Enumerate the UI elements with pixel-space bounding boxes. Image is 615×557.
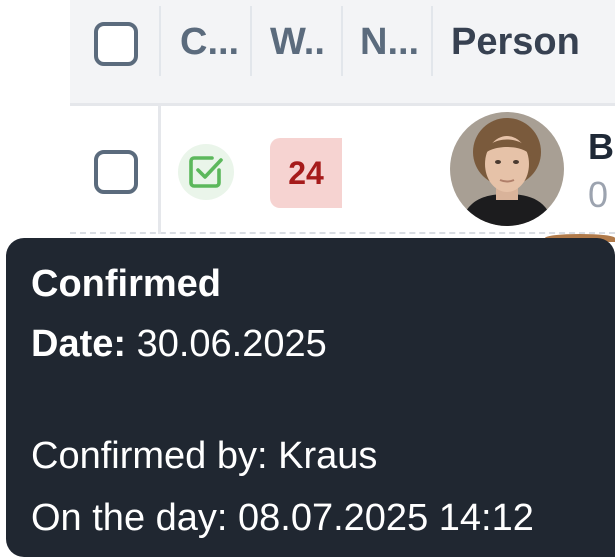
column-header-confirmed[interactable]: C... [180, 6, 239, 78]
table-row[interactable]: 24 B 0 [70, 106, 615, 234]
column-header-week[interactable]: W.. [270, 6, 325, 78]
week-number-badge: 24 [270, 138, 342, 208]
screen: C... W.. N... Person 24 B 0 Confirmed Da… [0, 0, 615, 557]
person-subtitle: 0 [588, 174, 609, 215]
tooltip-date-label: Date: [31, 323, 127, 365]
column-divider[interactable] [250, 6, 252, 76]
select-all-checkbox[interactable] [94, 22, 138, 66]
column-header-note[interactable]: N... [360, 6, 419, 78]
check-square-icon[interactable] [178, 144, 234, 200]
column-divider[interactable] [159, 6, 161, 76]
confirmation-tooltip: Confirmed Date: 30.06.2025 Confirmed by:… [6, 238, 615, 557]
avatar[interactable] [450, 112, 564, 226]
row-divider [158, 106, 161, 234]
check-square-icon-glyph [189, 156, 223, 188]
column-header-person[interactable]: Person [451, 6, 580, 78]
tooltip-confirmed-by: Confirmed by: Kraus [31, 435, 378, 477]
tooltip-confirmed-on: On the day: 08.07.2025 14:12 [31, 497, 534, 539]
tooltip-date-value: 30.06.2025 [136, 323, 327, 365]
person-name[interactable]: B [588, 126, 614, 168]
tooltip-date-line: Date: 30.06.2025 [31, 322, 327, 366]
avatar-photo [450, 112, 564, 226]
tooltip-title: Confirmed [31, 263, 221, 305]
column-divider[interactable] [431, 6, 433, 76]
column-divider[interactable] [341, 6, 343, 76]
row-select-checkbox[interactable] [94, 150, 138, 194]
table-header: C... W.. N... Person [70, 0, 615, 106]
